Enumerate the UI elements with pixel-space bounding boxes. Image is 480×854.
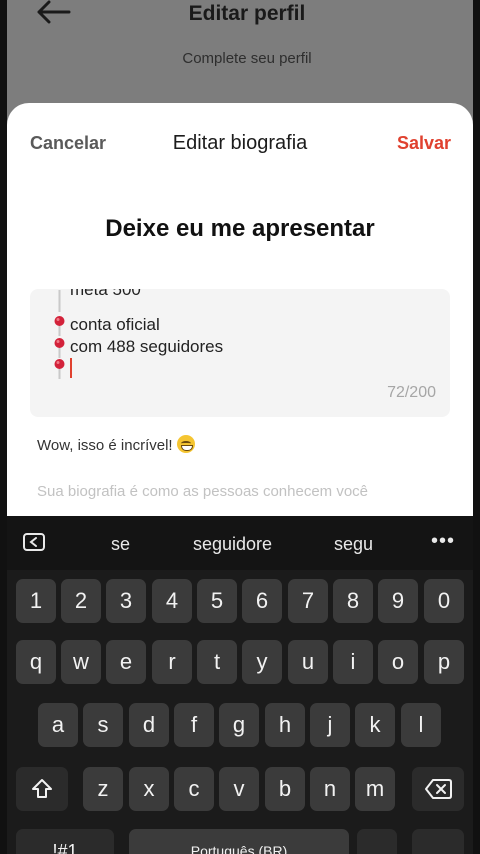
edit-bio-sheet: Cancelar Editar biografia Salvar Deixe e… [7, 103, 473, 533]
bio-line-2: conta oficial [70, 315, 160, 334]
soft-keyboard: se seguidore segu ••• 1 2 3 4 5 6 7 8 9 … [7, 516, 473, 854]
key-f[interactable]: f [174, 703, 214, 747]
red-pushpin-icon [54, 359, 65, 379]
bio-feedback-text: Wow, isso é incrível! [37, 437, 173, 454]
key-j[interactable]: j [310, 703, 350, 747]
more-options-button[interactable]: ••• [431, 530, 455, 553]
shift-arrow-icon [32, 779, 52, 798]
enter-key[interactable] [412, 829, 464, 854]
key-n[interactable]: n [310, 767, 350, 811]
key-u[interactable]: u [288, 640, 328, 684]
key-e[interactable]: e [106, 640, 146, 684]
space-key[interactable]: Português (BR) [129, 829, 349, 854]
bio-feedback: Wow, isso é incrível! [37, 435, 195, 454]
key-x[interactable]: x [129, 767, 169, 811]
key-l[interactable]: l [401, 703, 441, 747]
key-w[interactable]: w [61, 640, 101, 684]
text-cursor [70, 358, 72, 378]
key-2[interactable]: 2 [61, 579, 101, 623]
key-5[interactable]: 5 [197, 579, 237, 623]
headline: Deixe eu me apresentar [105, 215, 375, 242]
key-p[interactable]: p [424, 640, 464, 684]
suggestion-1[interactable]: se [111, 534, 130, 555]
key-m[interactable]: m [355, 767, 395, 811]
bio-textarea[interactable]: meta 500 conta oficial com 488 seguidore… [30, 289, 450, 417]
key-v[interactable]: v [219, 767, 259, 811]
red-pushpin-icon [54, 316, 65, 336]
character-counter: 72/200 [387, 384, 436, 401]
key-r[interactable]: r [152, 640, 192, 684]
bio-line-1: meta 500 [70, 289, 141, 299]
key-o[interactable]: o [378, 640, 418, 684]
key-7[interactable]: 7 [288, 579, 328, 623]
key-4[interactable]: 4 [152, 579, 192, 623]
shift-key[interactable] [16, 767, 68, 811]
key-h[interactable]: h [265, 703, 305, 747]
key-t[interactable]: t [197, 640, 237, 684]
key-i[interactable]: i [333, 640, 373, 684]
page-subtitle: Complete seu perfil [182, 50, 312, 67]
key-q[interactable]: q [16, 640, 56, 684]
backspace-key[interactable] [412, 767, 464, 811]
key-8[interactable]: 8 [333, 579, 373, 623]
key-y[interactable]: y [242, 640, 282, 684]
page-title: Editar perfil [188, 2, 306, 25]
key-b[interactable]: b [265, 767, 305, 811]
suggestion-3[interactable]: segu [334, 534, 373, 555]
key-9[interactable]: 9 [378, 579, 418, 623]
symbols-key[interactable]: !#1 [16, 829, 114, 854]
key-1[interactable]: 1 [16, 579, 56, 623]
suggestion-bar: se seguidore segu ••• [7, 516, 473, 570]
key-d[interactable]: d [129, 703, 169, 747]
key-3[interactable]: 3 [106, 579, 146, 623]
suggestion-2[interactable]: seguidore [193, 534, 272, 555]
red-pushpin-icon [54, 338, 65, 358]
key-k[interactable]: k [355, 703, 395, 747]
period-key[interactable] [357, 829, 397, 854]
keyboard-collapse-icon[interactable] [23, 533, 45, 551]
key-s[interactable]: s [83, 703, 123, 747]
red-pushpin-icon [58, 290, 61, 312]
backspace-icon [425, 779, 452, 799]
key-6[interactable]: 6 [242, 579, 282, 623]
key-a[interactable]: a [38, 703, 78, 747]
bio-line-3: com 488 seguidores [70, 337, 224, 356]
key-z[interactable]: z [83, 767, 123, 811]
bio-hint: Sua biografia é como as pessoas conhecem… [37, 483, 369, 500]
key-g[interactable]: g [219, 703, 259, 747]
grinning-face-icon [176, 435, 195, 453]
key-c[interactable]: c [174, 767, 214, 811]
key-0[interactable]: 0 [424, 579, 464, 623]
save-button[interactable]: Salvar [397, 133, 451, 154]
